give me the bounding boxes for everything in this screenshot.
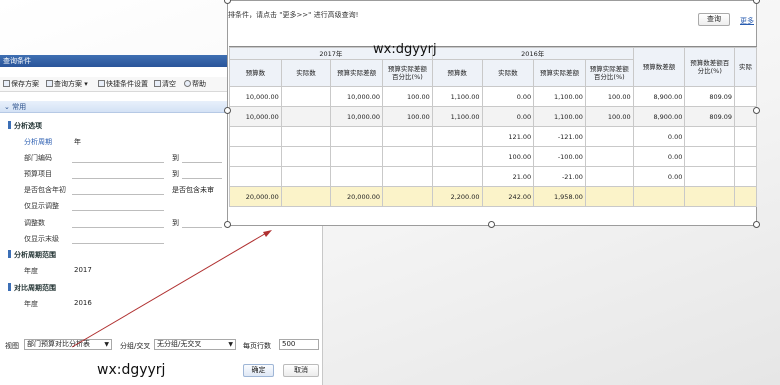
watermark-text: wx:dgyyrj — [97, 362, 166, 378]
watermark-text: wx:dgyyrj — [373, 42, 437, 57]
annotation-arrow — [71, 230, 272, 348]
